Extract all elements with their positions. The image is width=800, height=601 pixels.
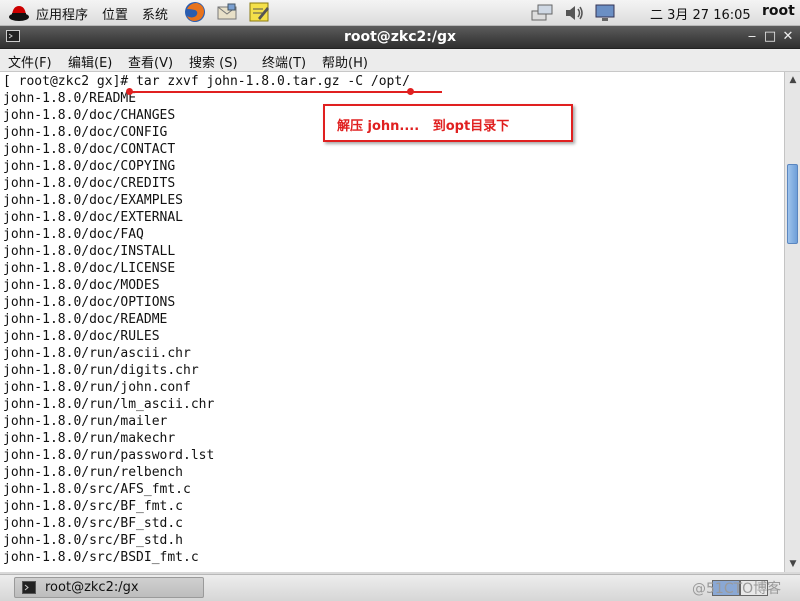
- output-line: john-1.8.0/doc/FAQ: [3, 227, 144, 242]
- maximize-button[interactable]: □: [762, 29, 778, 45]
- annotation-arrow-start: [126, 88, 133, 95]
- window-title: root@zkc2:/gx: [343, 29, 457, 45]
- typed-command: tar zxvf john-1.8.0.tar.gz -C /opt/: [136, 74, 410, 89]
- command-line: [ root@zkc2 gx]# tar zxvf john-1.8.0.tar…: [3, 73, 410, 90]
- output-line: john-1.8.0/doc/EXTERNAL: [3, 210, 184, 225]
- output-line: john-1.8.0/src/BF_fmt.c: [3, 499, 184, 514]
- shell-prompt: [ root@zkc2 gx]#: [3, 74, 137, 89]
- output-line: john-1.8.0/run/ascii.chr: [3, 346, 191, 361]
- output-line: john-1.8.0/run/lm_ascii.chr: [3, 397, 215, 412]
- menu-search[interactable]: 搜索 (S): [189, 52, 238, 71]
- output-line: john-1.8.0/doc/COPYING: [3, 159, 176, 174]
- output-line: john-1.8.0/run/password.lst: [3, 448, 215, 463]
- network-icon[interactable]: [530, 3, 554, 23]
- output-line: john-1.8.0/doc/RULES: [3, 329, 160, 344]
- output-line: john-1.8.0/doc/CREDITS: [3, 176, 176, 191]
- window-titlebar[interactable]: root@zkc2:/gx ‒ □ ✕: [0, 26, 800, 49]
- output-line: john-1.8.0/run/makechr: [3, 431, 176, 446]
- output-line: john-1.8.0/run/john.conf: [3, 380, 191, 395]
- taskbar-terminal-button[interactable]: root@zkc2:/gx: [14, 577, 204, 598]
- notes-editor-icon[interactable]: [248, 1, 270, 23]
- output-line: john-1.8.0/run/relbench: [3, 465, 184, 480]
- volume-icon[interactable]: [563, 3, 587, 23]
- terminal-output[interactable]: [ root@zkc2 gx]# tar zxvf john-1.8.0.tar…: [0, 72, 784, 572]
- menu-terminal[interactable]: 终端(T): [262, 52, 306, 71]
- terminal-icon: [22, 581, 36, 594]
- output-line: john-1.8.0/src/AFS_fmt.c: [3, 482, 191, 497]
- user-menu[interactable]: root: [762, 3, 795, 19]
- menu-help[interactable]: 帮助(H): [322, 52, 368, 71]
- menu-view[interactable]: 查看(V): [128, 52, 173, 71]
- output-line: john-1.8.0/doc/MODES: [3, 278, 160, 293]
- scrollbar-thumb[interactable]: [787, 164, 798, 244]
- system-menu[interactable]: 系统: [142, 4, 168, 23]
- clock[interactable]: 二 3月 27 16:05: [650, 4, 751, 23]
- vertical-scrollbar[interactable]: ▲ ▼: [784, 72, 800, 572]
- redhat-logo-icon[interactable]: [8, 3, 30, 22]
- output-line: john-1.8.0/doc/LICENSE: [3, 261, 176, 276]
- terminal-menubar: 文件(F) 编辑(E) 查看(V) 搜索 (S) 终端(T) 帮助(H): [0, 49, 800, 72]
- annotation-callout: 解压 john.... 到opt目录下: [323, 104, 573, 142]
- output-line: john-1.8.0/doc/CONFIG: [3, 125, 168, 140]
- watermark-text: @51CTO博客: [692, 581, 782, 597]
- minimize-button[interactable]: ‒: [744, 29, 760, 45]
- scroll-down-arrow-icon[interactable]: ▼: [787, 558, 799, 570]
- output-line: john-1.8.0/doc/EXAMPLES: [3, 193, 184, 208]
- top-panel: 应用程序 位置 系统 二 3月 27 16:05 root: [0, 0, 800, 26]
- scroll-up-arrow-icon[interactable]: ▲: [787, 74, 799, 86]
- close-button[interactable]: ✕: [780, 29, 796, 45]
- annotation-arrow: [130, 91, 442, 93]
- output-line: john-1.8.0/doc/README: [3, 312, 168, 327]
- output-line: john-1.8.0/README: [3, 91, 137, 106]
- menu-edit[interactable]: 编辑(E): [68, 52, 112, 71]
- firefox-icon[interactable]: [184, 1, 206, 23]
- places-menu[interactable]: 位置: [102, 4, 128, 23]
- output-line: john-1.8.0/run/digits.chr: [3, 363, 199, 378]
- annotation-arrow-end: [407, 88, 414, 95]
- output-line: john-1.8.0/doc/CHANGES: [3, 108, 176, 123]
- output-line: john-1.8.0/doc/OPTIONS: [3, 295, 176, 310]
- output-line: john-1.8.0/run/mailer: [3, 414, 168, 429]
- bottom-taskbar: root@zkc2:/gx @51CTO博客: [0, 574, 800, 601]
- taskbar-terminal-label: root@zkc2:/gx: [45, 580, 139, 595]
- output-line: john-1.8.0/doc/INSTALL: [3, 244, 176, 259]
- menu-file[interactable]: 文件(F): [8, 52, 52, 71]
- mail-client-icon[interactable]: [216, 1, 238, 23]
- output-line: john-1.8.0/doc/CONTACT: [3, 142, 176, 157]
- output-line: john-1.8.0/src/BSDI_fmt.c: [3, 550, 199, 565]
- display-icon[interactable]: [594, 3, 618, 23]
- output-line: john-1.8.0/src/BF_std.h: [3, 533, 184, 548]
- output-line: john-1.8.0/src/BF_std.c: [3, 516, 184, 531]
- applications-menu[interactable]: 应用程序: [36, 4, 88, 23]
- annotation-text: 解压 john.... 到opt目录下: [337, 119, 510, 134]
